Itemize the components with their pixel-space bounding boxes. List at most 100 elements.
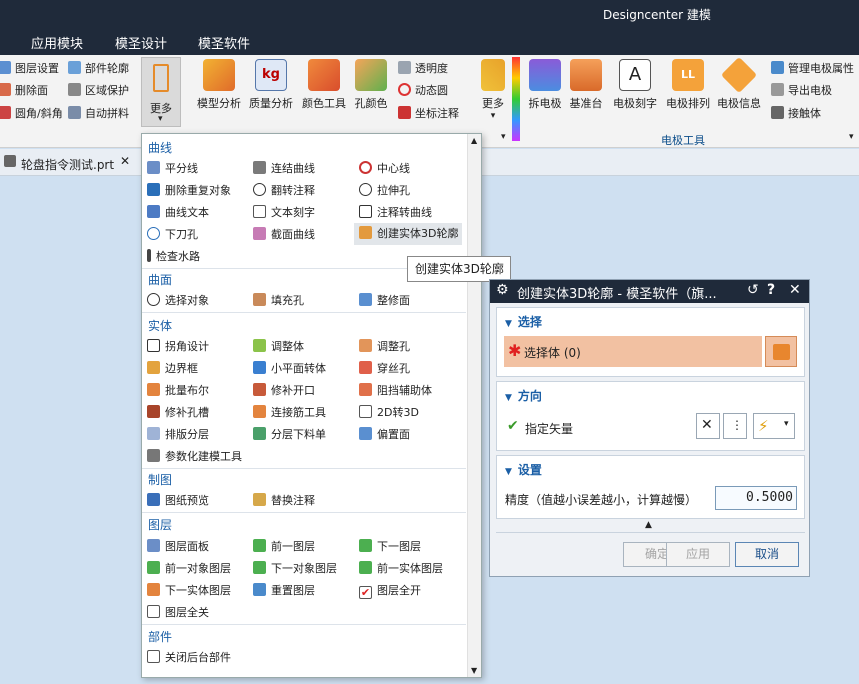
menu-item-adjust-hole[interactable]: 调整孔 bbox=[359, 337, 410, 357]
layer-settings-button[interactable]: 图层设置 bbox=[0, 60, 59, 78]
menu-item-adjust-body[interactable]: 调整体 bbox=[253, 337, 304, 357]
menu-item-centerline[interactable]: 中心线 bbox=[359, 159, 410, 179]
menu-scrollbar[interactable]: ▲ ▼ bbox=[467, 134, 481, 677]
menu-item-bounding-box[interactable]: 边界框 bbox=[147, 359, 198, 379]
more-button-2[interactable]: 更多 ▾ bbox=[478, 59, 508, 121]
menu-item-parametric-modeling[interactable]: 参数化建模工具 bbox=[147, 447, 242, 467]
more-button-1[interactable]: 更多 ▾ bbox=[141, 57, 181, 127]
batch-boolean-icon bbox=[147, 383, 160, 396]
menu-item-facet-to-body[interactable]: 小平面转体 bbox=[253, 359, 326, 379]
menu-item-layout-layering[interactable]: 排版分层 bbox=[147, 425, 209, 445]
menu-item-next-object-layer[interactable]: 下一对象图层 bbox=[253, 559, 337, 579]
group-expand-icon[interactable]: ▾ bbox=[501, 132, 506, 142]
menu-item-replace-annotation[interactable]: 替换注释 bbox=[253, 491, 315, 511]
help-icon[interactable]: ? bbox=[767, 282, 775, 298]
cancel-button[interactable]: 取消 bbox=[735, 542, 799, 567]
menu-item-bisector[interactable]: 平分线 bbox=[147, 159, 198, 179]
menu-item-previous-solid-layer[interactable]: 前一实体图层 bbox=[359, 559, 443, 579]
menu-item-annotation-to-curve[interactable]: 注释转曲线 bbox=[359, 203, 432, 223]
menu-item-offset-face[interactable]: 偏置面 bbox=[359, 425, 410, 445]
contact-body-icon bbox=[771, 106, 784, 119]
scroll-down-icon[interactable]: ▼ bbox=[471, 666, 477, 675]
select-body-button[interactable] bbox=[765, 336, 797, 367]
menu-item-check-waterway[interactable]: 检查水路 bbox=[147, 247, 200, 267]
menu-item-fill-hole[interactable]: 填充孔 bbox=[253, 291, 304, 311]
menu-item-all-layers-off[interactable]: 图层全关 bbox=[147, 603, 209, 623]
close-icon[interactable]: ✕ bbox=[789, 282, 801, 298]
reverse-direction-button[interactable]: ✕ bbox=[696, 413, 720, 439]
collapse-up-icon[interactable]: ▲ bbox=[645, 520, 652, 530]
reset-icon[interactable]: ↺ bbox=[747, 282, 759, 298]
auto-nesting-button[interactable]: 自动拼料 bbox=[68, 105, 129, 123]
menu-item-select-object[interactable]: 选择对象 bbox=[147, 291, 209, 311]
split-electrode-button[interactable]: 拆电极 bbox=[526, 59, 564, 111]
menu-item-text-engrave[interactable]: 文本刻字 bbox=[253, 203, 315, 223]
precision-input[interactable]: 0.5000 bbox=[715, 486, 797, 510]
precision-label: 精度（值越小误差越小，计算越慢） bbox=[505, 493, 698, 507]
menu-item-extrude-hole[interactable]: 拉伸孔 bbox=[359, 181, 410, 201]
contact-body-button[interactable]: 接触体 bbox=[771, 105, 821, 123]
menu-item-layered-cut-list[interactable]: 分层下料单 bbox=[253, 425, 326, 445]
manage-electrode-attributes-button[interactable]: 管理电极属性 bbox=[771, 60, 854, 78]
menu-item-reset-layer[interactable]: 重置图层 bbox=[253, 581, 315, 601]
menu-item-patch-hole-slot[interactable]: 修补孔槽 bbox=[147, 403, 209, 423]
scroll-up-icon[interactable]: ▲ bbox=[471, 136, 477, 145]
menu-item-wire-hole[interactable]: 穿丝孔 bbox=[359, 359, 410, 379]
menu-item-join-curve[interactable]: 连结曲线 bbox=[253, 159, 315, 179]
export-electrode-button[interactable]: 导出电极 bbox=[771, 82, 832, 100]
color-tool-button[interactable]: 颜色工具 bbox=[301, 59, 347, 111]
mass-analysis-button[interactable]: kg 质量分析 bbox=[249, 59, 293, 111]
direction-section-header[interactable]: ▼ 方向 bbox=[505, 387, 542, 404]
part-outline-button[interactable]: 部件轮廓 bbox=[68, 60, 129, 78]
tab-mold-design[interactable]: 模圣设计 bbox=[115, 33, 167, 52]
menu-item-delete-duplicates[interactable]: 删除重复对象 bbox=[147, 181, 231, 201]
next-object-layer-icon bbox=[253, 561, 266, 574]
menu-item-next-layer[interactable]: 下一图层 bbox=[359, 537, 421, 557]
settings-section-header[interactable]: ▼ 设置 bbox=[505, 461, 542, 478]
model-analysis-button[interactable]: 模型分析 bbox=[197, 59, 241, 111]
menu-item-rib-tool[interactable]: 连接筋工具 bbox=[253, 403, 326, 423]
vector-dialog-button[interactable]: ⋮ bbox=[723, 413, 747, 439]
menu-item-patch-opening[interactable]: 修补开口 bbox=[253, 381, 315, 401]
menu-item-close-background-parts[interactable]: 关闭后台部件 bbox=[147, 648, 231, 668]
apply-button[interactable]: 应用 bbox=[666, 542, 730, 567]
fillet-chamfer-button[interactable]: 圆角/斜角 bbox=[0, 105, 63, 123]
group-expand-icon[interactable]: ▾ bbox=[849, 132, 854, 142]
datum-base-button[interactable]: 基准台 bbox=[567, 59, 605, 111]
delete-face-button[interactable]: 删除面 bbox=[0, 82, 48, 100]
vector-type-dropdown[interactable]: ⚡ ▾ bbox=[753, 413, 795, 439]
electrode-arrange-button[interactable]: LL 电极排列 bbox=[663, 59, 713, 111]
electrode-info-button[interactable]: 电极信息 bbox=[715, 56, 763, 111]
menu-item-2d-to-3d[interactable]: 2D转3D bbox=[359, 403, 419, 423]
coordinate-note-button[interactable]: 坐标注释 bbox=[398, 105, 459, 123]
arrange-ll-icon: LL bbox=[672, 59, 704, 91]
menu-item-create-solid-3d-outline[interactable]: 创建实体3D轮廓 bbox=[354, 223, 463, 245]
hole-color-button[interactable]: 孔颜色 bbox=[352, 59, 390, 111]
menu-item-all-layers-on[interactable]: ✔ 图层全开 bbox=[359, 581, 421, 601]
menu-item-previous-object-layer[interactable]: 前一对象图层 bbox=[147, 559, 231, 579]
menu-item-trim-face[interactable]: 整修面 bbox=[359, 291, 410, 311]
document-tab-close-icon[interactable]: ✕ bbox=[120, 154, 130, 168]
section-curve: 曲线 bbox=[148, 141, 173, 155]
menu-item-batch-boolean[interactable]: 批量布尔 bbox=[147, 381, 209, 401]
select-section-header[interactable]: ▼ 选择 bbox=[505, 313, 542, 330]
menu-item-layer-panel[interactable]: 图层面板 bbox=[147, 537, 209, 557]
menu-item-curve-text[interactable]: 曲线文本 bbox=[147, 203, 209, 223]
menu-item-flip-annotation[interactable]: 翻转注释 bbox=[253, 181, 315, 201]
menu-item-next-solid-layer[interactable]: 下一实体图层 bbox=[147, 581, 231, 601]
dynamic-circle-button[interactable]: 动态圆 bbox=[398, 82, 448, 100]
color-strip bbox=[512, 57, 520, 141]
transparency-button[interactable]: 透明度 bbox=[398, 60, 448, 78]
tab-application-modules[interactable]: 应用模块 bbox=[31, 33, 83, 52]
menu-item-corner-design[interactable]: 拐角设计 bbox=[147, 337, 209, 357]
electrode-engrave-button[interactable]: A 电极刻字 bbox=[610, 59, 660, 111]
select-body-row[interactable]: ✱ 选择体 (0) bbox=[504, 336, 762, 367]
menu-item-block-aux-body[interactable]: 阻挡辅助体 bbox=[359, 381, 432, 401]
menu-item-section-curve[interactable]: 截面曲线 bbox=[253, 225, 315, 245]
area-protect-button[interactable]: 区域保护 bbox=[68, 82, 129, 100]
gear-icon[interactable]: ⚙ bbox=[496, 282, 509, 298]
document-tab[interactable]: 轮盘指令测试.prt bbox=[21, 156, 114, 173]
menu-item-previous-layer[interactable]: 前一图层 bbox=[253, 537, 315, 557]
menu-item-plunge-hole[interactable]: 下刀孔 bbox=[147, 225, 198, 245]
menu-item-drawing-preview[interactable]: 图纸预览 bbox=[147, 491, 209, 511]
